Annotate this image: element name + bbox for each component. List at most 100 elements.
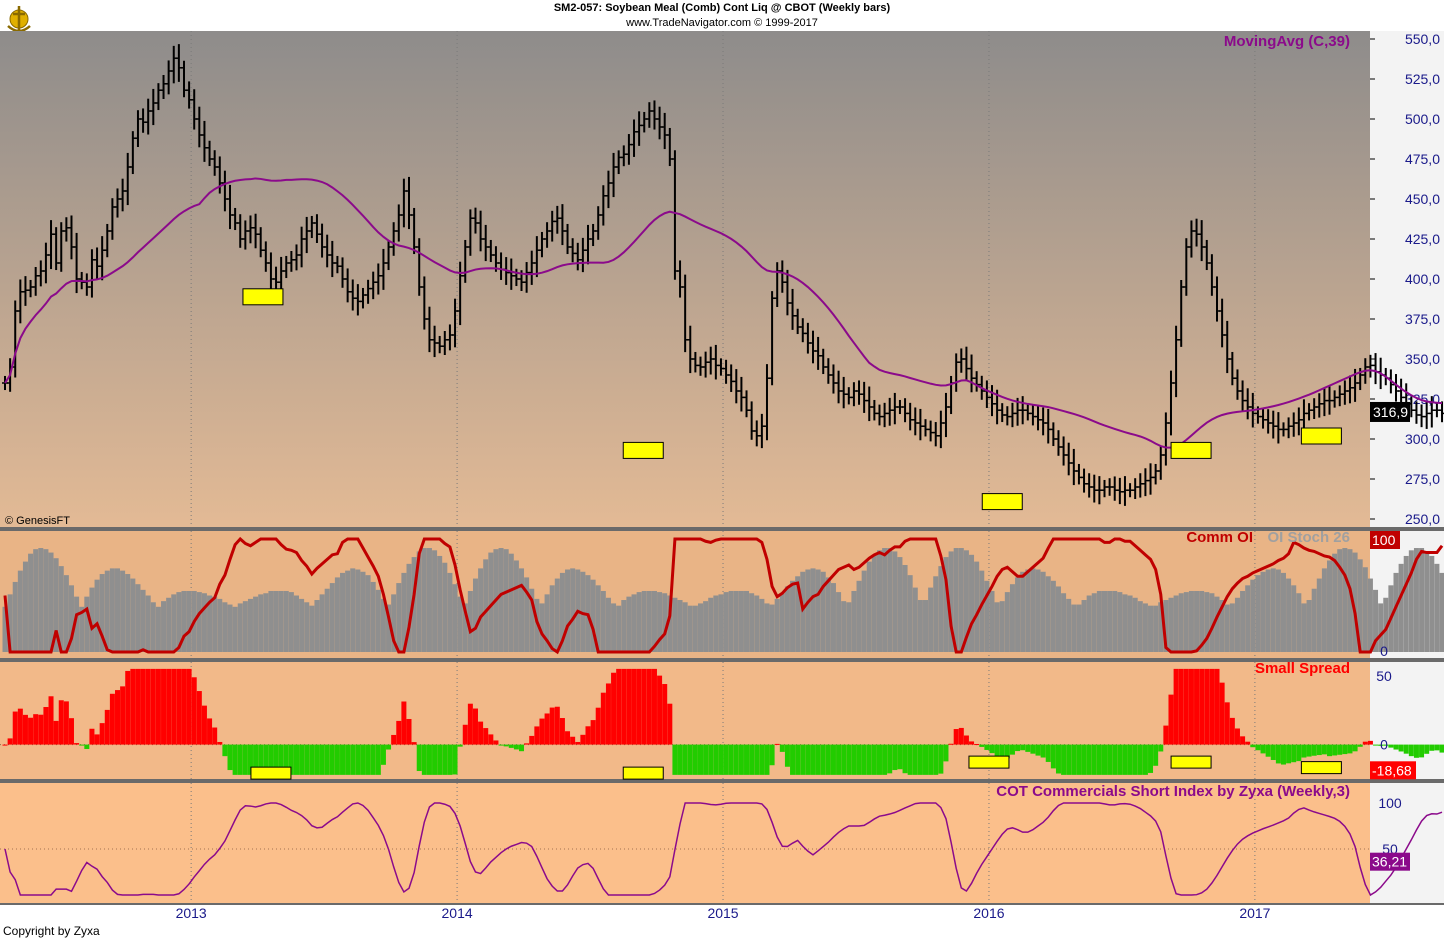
oi-bar xyxy=(989,590,995,652)
oi-bar xyxy=(570,568,576,652)
oi-bar xyxy=(166,597,172,652)
spread-bar xyxy=(457,744,463,747)
oi-bar xyxy=(907,575,913,652)
oi-bar xyxy=(232,606,238,652)
oi-bar xyxy=(1316,578,1322,652)
spread-bar xyxy=(421,744,427,775)
spread-bar xyxy=(508,744,514,748)
oi-bar xyxy=(309,605,315,652)
spread-bar xyxy=(923,744,929,775)
oi-bar xyxy=(288,592,294,652)
spread-bar xyxy=(621,668,627,745)
y-tick-label: 275,0 xyxy=(1405,471,1440,487)
oi-bar xyxy=(171,594,177,652)
spread-bar xyxy=(570,736,576,745)
spread-bar xyxy=(565,731,571,745)
spread-bar xyxy=(1102,744,1108,775)
oi-bar xyxy=(396,583,402,652)
oi-bar xyxy=(958,548,964,652)
oi-bar xyxy=(22,561,28,652)
oi-bar xyxy=(1362,567,1368,652)
oi-bar xyxy=(1398,563,1404,652)
spread-bar xyxy=(176,668,182,745)
spread-bar xyxy=(120,686,126,745)
oi-bar xyxy=(687,605,693,652)
spread-bar xyxy=(1224,702,1230,745)
y-tick-label: 0 xyxy=(1380,643,1388,659)
spread-bar xyxy=(1439,744,1444,753)
highlight-box xyxy=(1170,441,1212,459)
oi-bar xyxy=(1040,571,1046,652)
oi-bar xyxy=(621,600,627,652)
oi-bar xyxy=(641,590,647,652)
oi-bar xyxy=(882,548,888,652)
spread-bar xyxy=(790,744,796,775)
spread-bar xyxy=(155,668,161,745)
spread-bar xyxy=(830,744,836,775)
oi-bar xyxy=(1291,585,1297,652)
spread-bar xyxy=(396,720,402,745)
oi-bar xyxy=(1055,586,1061,652)
oi-bar xyxy=(145,595,151,652)
oi-bar xyxy=(513,560,519,652)
spread-bar xyxy=(380,744,386,765)
oi-bar xyxy=(749,593,755,652)
spread-bar xyxy=(1112,744,1118,775)
oi-bar xyxy=(856,580,862,652)
oi-bar xyxy=(836,592,842,652)
oi-bar xyxy=(1327,560,1333,652)
spread-bar xyxy=(524,743,530,745)
spread-bar xyxy=(646,668,652,745)
oi-bar xyxy=(319,594,325,652)
oi-bar xyxy=(846,602,852,652)
spread-bar xyxy=(651,668,657,745)
spread-bar xyxy=(534,726,540,745)
oi-bar xyxy=(1194,590,1200,652)
spread-bar xyxy=(657,675,663,745)
spread-bar xyxy=(810,744,816,775)
oi-bar xyxy=(830,583,836,652)
highlight-box xyxy=(1300,761,1342,775)
spread-bar xyxy=(1408,744,1414,757)
spread-bar xyxy=(181,668,187,745)
oi-bar xyxy=(999,601,1005,652)
oi-bar xyxy=(672,597,678,652)
oi-bar xyxy=(355,569,361,652)
spread-bar xyxy=(876,744,882,775)
spread-bar xyxy=(442,744,448,775)
spread-bar xyxy=(713,744,719,775)
oi-bar xyxy=(247,598,253,652)
oi-bar xyxy=(345,570,351,652)
spread-bar xyxy=(590,720,596,745)
spread-bar xyxy=(825,744,831,775)
spread-bar xyxy=(1280,744,1286,765)
oi-bar xyxy=(697,603,703,652)
spread-bar xyxy=(115,690,121,745)
highlight-box xyxy=(1300,427,1342,445)
spread-bar xyxy=(733,744,739,775)
oi-bar xyxy=(1025,569,1031,652)
oi-bar xyxy=(217,598,223,652)
spread-bar xyxy=(1153,744,1159,766)
spread-bar xyxy=(519,744,525,752)
spread-bar xyxy=(1209,668,1215,745)
spread-bar xyxy=(472,708,478,745)
oi-bar xyxy=(483,559,489,652)
spread-bar xyxy=(1301,744,1307,758)
spread-bar xyxy=(488,734,494,745)
oi-bar xyxy=(646,590,652,652)
oi-bar xyxy=(815,569,821,652)
oi-bar xyxy=(733,590,739,652)
spread-bar xyxy=(994,744,1000,757)
spread-bar xyxy=(595,707,601,745)
oi-bar xyxy=(350,568,356,652)
oi-bar xyxy=(1321,568,1327,652)
oi-bar xyxy=(94,579,100,652)
oi-bar xyxy=(892,551,898,652)
spread-bar xyxy=(1367,740,1373,745)
oi-bar xyxy=(1183,592,1189,652)
x-tick-label: 2013 xyxy=(176,905,207,921)
spread-bar xyxy=(130,668,136,745)
spread-bar xyxy=(1296,744,1302,762)
spread-bar xyxy=(1250,744,1256,748)
